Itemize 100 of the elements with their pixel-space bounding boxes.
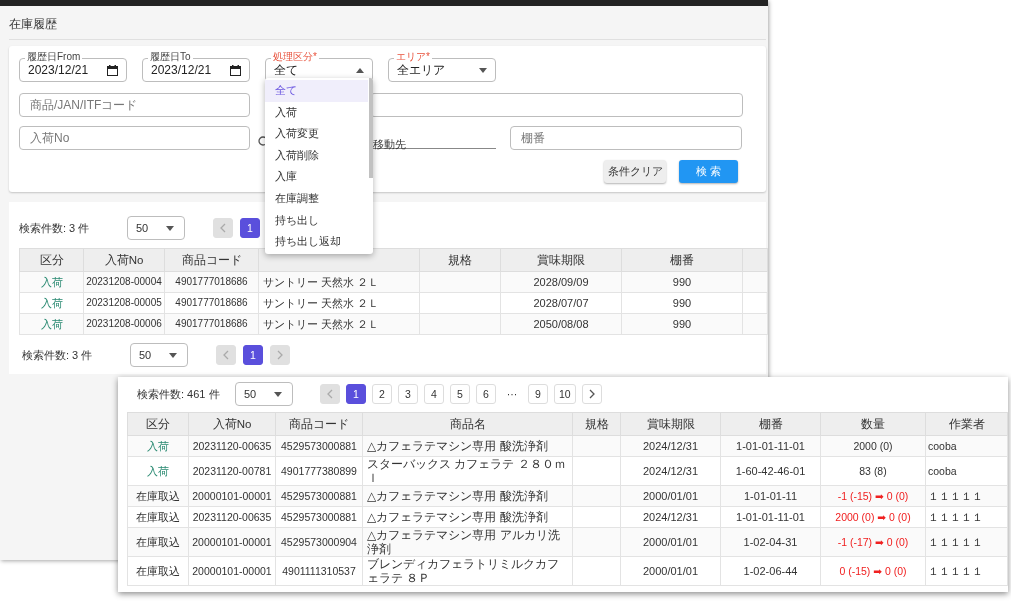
table-cell: サントリー 天然水 ２Ｌ <box>258 292 420 314</box>
table-cell: 在庫取込 <box>127 527 189 557</box>
table-cell: 83 (8) <box>820 456 926 486</box>
caret-icon <box>169 352 177 358</box>
field-label: 履歴日From <box>25 51 83 63</box>
column-header: 数量 <box>820 412 926 436</box>
table-cell: 1-60-42-46-01 <box>720 456 821 486</box>
table-cell: 2024/12/31 <box>620 506 721 528</box>
table-cell: 1-02-06-44 <box>720 556 821 586</box>
page-button[interactable]: 4 <box>424 384 444 404</box>
table-cell: 20231208-00005 <box>83 292 165 314</box>
scrollbar[interactable] <box>369 78 373 178</box>
product-code-field[interactable]: 商品/JAN/ITFコード <box>19 93 250 117</box>
table-cell: 在庫取込 <box>127 556 189 586</box>
column-header: 規格 <box>572 412 621 436</box>
calendar-icon <box>230 64 241 76</box>
page-size-select[interactable]: 50 <box>127 216 185 240</box>
table-cell: 4901777018686 <box>164 292 259 314</box>
column-header: 商品名 <box>362 412 573 436</box>
field-label: エリア* <box>394 51 432 63</box>
page-button[interactable]: 10 <box>554 384 576 404</box>
clear-button[interactable]: 条件クリア <box>604 160 666 183</box>
column-header: 区分 <box>19 248 84 272</box>
chevron-left-icon <box>220 223 226 233</box>
table-cell: １１１１１ <box>925 527 1008 557</box>
field-label: 処理区分* <box>271 51 319 63</box>
menu-item[interactable]: 在庫調整 <box>265 187 368 210</box>
table-cell: スターバックス カフェラテ ２８０ｍｌ <box>362 456 573 486</box>
table-cell: 1-02-04-31 <box>720 527 821 557</box>
column-header: 入荷No <box>83 248 165 272</box>
menu-item[interactable]: 入荷 <box>265 101 368 124</box>
column-header: 棚番 <box>621 248 743 272</box>
text-field[interactable] <box>370 93 743 117</box>
table-cell: △カフェラテマシン専用 酸洗浄剤 <box>362 485 573 507</box>
table-cell <box>572 506 621 528</box>
page-button[interactable]: 6 <box>476 384 496 404</box>
chevron-left-icon <box>223 350 229 360</box>
table-cell: 入荷 <box>19 292 84 314</box>
calendar-icon <box>107 64 118 76</box>
menu-item[interactable]: 全て <box>265 80 368 102</box>
page-button[interactable]: 1 <box>346 384 366 404</box>
column-header: 規格 <box>419 248 501 272</box>
table-cell: 2000/01/01 <box>620 556 721 586</box>
column-header: 賞味期限 <box>500 248 622 272</box>
table-cell: 入荷 <box>19 313 84 335</box>
page-button[interactable]: 2 <box>372 384 392 404</box>
column-header: 入荷No <box>188 412 276 436</box>
table-cell: 20231120-00781 <box>188 456 276 486</box>
caret-icon <box>356 67 364 73</box>
result-count: 検索件数: 461 件 <box>137 386 221 402</box>
page-button[interactable]: 3 <box>398 384 418 404</box>
shelf-field[interactable]: 棚番 <box>510 126 742 150</box>
table-cell: 2000/01/01 <box>620 527 721 557</box>
menu-item[interactable]: 持ち出し返却 <box>265 231 368 253</box>
table-cell: 4529573000881 <box>275 506 363 528</box>
caret-icon <box>166 225 174 231</box>
table-cell: 4901777380899 <box>275 456 363 486</box>
table-cell <box>572 456 621 486</box>
table-cell <box>572 556 621 586</box>
page-size-select[interactable]: 50 <box>235 382 293 406</box>
next-page-button[interactable] <box>581 384 602 404</box>
table-cell: 2024/12/31 <box>620 456 721 486</box>
menu-item[interactable]: 入庫 <box>265 166 368 188</box>
column-header: 賞味期限 <box>620 412 721 436</box>
table-cell: 990 <box>621 292 743 314</box>
field-label: 履歴日To <box>148 51 193 63</box>
table-cell: 入荷 <box>127 435 189 457</box>
page-size-select[interactable]: 50 <box>130 343 188 367</box>
page-button[interactable]: 9 <box>528 384 548 404</box>
caret-icon <box>274 391 282 397</box>
receipt-no-field[interactable]: 入荷No <box>19 126 250 150</box>
result-count: 検索件数: 3 件 <box>21 347 94 363</box>
page-button[interactable]: 5 <box>450 384 470 404</box>
table-cell: 入荷 <box>19 271 84 293</box>
column-header: 作業者 <box>925 412 1008 436</box>
table-cell <box>742 292 768 314</box>
table-cell: 20000101-00001 <box>188 556 276 586</box>
menu-item[interactable]: 入荷変更 <box>265 123 368 145</box>
column-header: 商品コード <box>275 412 363 436</box>
menu-item[interactable]: 持ち出し <box>265 209 368 232</box>
page-button[interactable]: 1 <box>243 345 263 365</box>
chevron-left-icon <box>327 389 333 399</box>
page-button[interactable]: 1 <box>240 218 260 238</box>
table-cell: -1 (-17) ➡ 0 (0) <box>820 527 926 557</box>
menu-item[interactable]: 入荷削除 <box>265 144 368 167</box>
table-cell: cooba <box>925 456 1008 486</box>
table-cell: △カフェラテマシン専用 酸洗浄剤 <box>362 506 573 528</box>
table-cell: 4529573000904 <box>275 527 363 557</box>
table-cell: 20000101-00001 <box>188 527 276 557</box>
table-cell: 入荷 <box>127 456 189 486</box>
table-cell: 在庫取込 <box>127 485 189 507</box>
caret-icon <box>479 67 487 73</box>
table-cell: △カフェラテマシン専用 アルカリ洗浄剤 <box>362 527 573 557</box>
table-cell: ブレンディカフェラトリミルクカフェラテ ８Ｐ <box>362 556 573 586</box>
table-cell: △カフェラテマシン専用 酸洗浄剤 <box>362 435 573 457</box>
table-cell: 0 (-15) ➡ 0 (0) <box>820 556 926 586</box>
table-cell: 4901111310537 <box>275 556 363 586</box>
page-ellipsis: ··· <box>505 388 519 400</box>
page-title: 在庫履歴 <box>9 16 766 40</box>
table-cell: １１１１１ <box>925 556 1008 586</box>
